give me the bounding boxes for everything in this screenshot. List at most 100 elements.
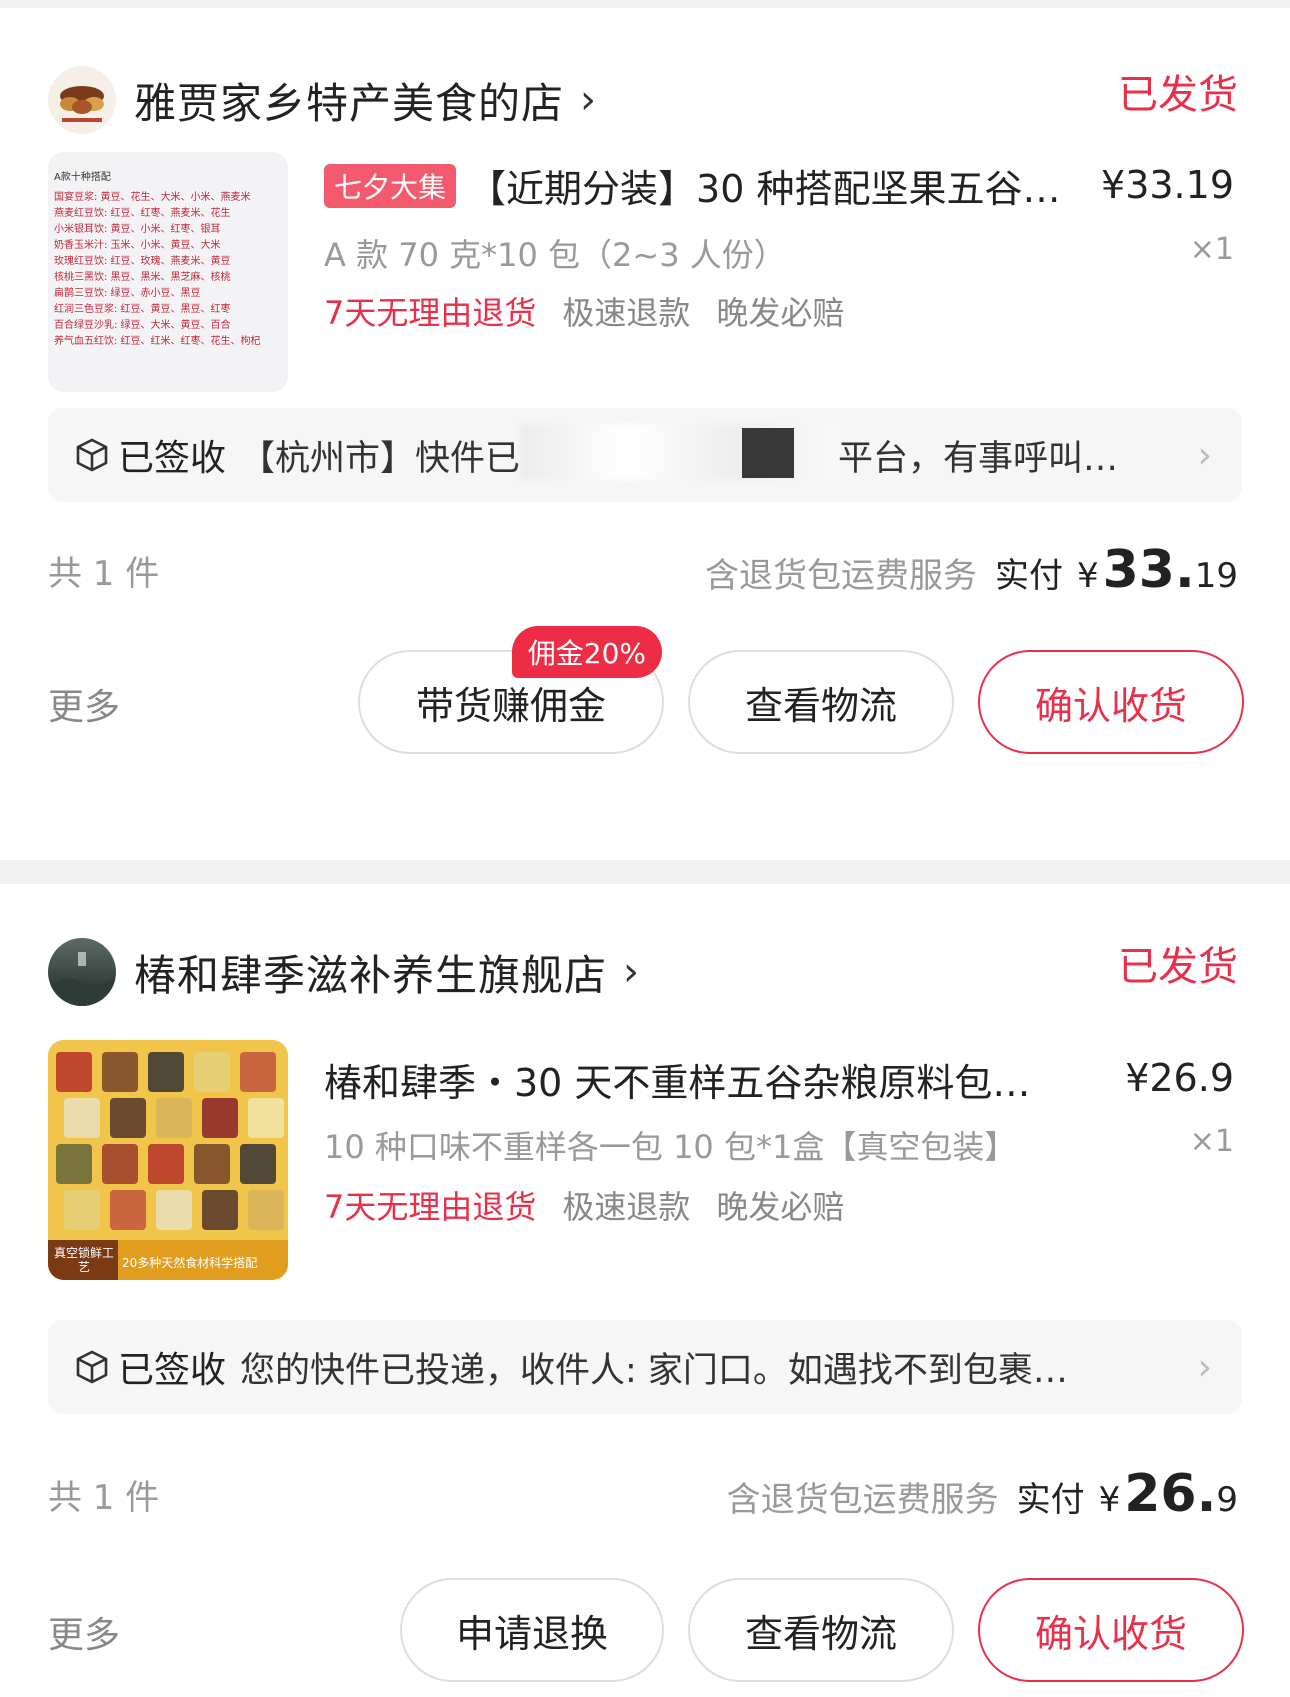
button-label: 申请退换 [455,1611,608,1656]
service-note: 含退货包运费服务 [704,556,977,596]
guarantee-list: 7天无理由退货 极速退款 晚发必赔 [324,288,870,334]
item-count: 共 1 件 [48,553,160,594]
thumb-text-line: 燕麦红豆饮: 红豆、红枣、燕麦米、花生 [54,208,231,219]
thumb-text-line: 玫瑰红豆饮: 红豆、玫瑰、燕麦米、黄豆 [54,256,231,267]
product-price: ¥33.19 [1101,163,1234,207]
more-button[interactable]: 更多 [48,678,120,730]
button-label: 确认收货 [1034,1611,1187,1656]
logistics-text: 您的快件已投递，收件人: 家门口。如遇找不到包裹… [240,1350,1068,1391]
guarantee-late: 晚发必赔 [716,294,845,332]
guarantee-return: 7天无理由退货 [324,294,537,332]
product-spec: 10 种口味不重样各一包 10 包*1盒【真空包装】 [324,1128,1017,1166]
thumb-text-line: 核桃三黑饮: 黑豆、黑米、黑芝麻、核桃 [54,272,231,283]
guarantee-return: 7天无理由退货 [324,1188,537,1226]
grain-packet [202,1098,238,1138]
logistics-text: 【杭州市】快件已 [240,438,521,479]
more-button[interactable]: 更多 [48,1606,120,1658]
grain-packet [102,1052,138,1092]
product-quantity: ×1 [1189,232,1234,267]
action-row: 更多 带货赚佣金 佣金20% 查看物流 确认收货 [48,626,1248,758]
thumb-text-line: 养气血五红饮: 红豆、红米、红枣、花生、枸杞 [54,336,261,347]
commission-badge: 佣金20% [511,626,662,678]
product-quantity: ×1 [1189,1124,1234,1159]
guarantee-late: 晚发必赔 [716,1188,845,1226]
earn-commission-button[interactable]: 带货赚佣金 佣金20% [358,626,664,754]
thumb-text-line: 百合绿豆沙乳: 绿豆、大米、黄豆、百合 [54,320,231,331]
shop-avatar [48,938,116,1006]
grain-packet [156,1098,192,1138]
currency-symbol: ¥ [1098,1480,1121,1520]
product-thumbnail[interactable]: A款十种搭配 国宴豆浆: 黄豆、花生、大米、小米、燕麦米 燕麦红豆饮: 红豆、红枣、… [48,152,288,392]
guarantee-refund: 极速退款 [562,1188,691,1226]
logistics-status: 已签收 [118,1350,227,1391]
logistics-status: 已签收 [118,438,227,479]
chevron-right-icon: › [580,77,597,123]
product-spec: A 款 70 克*10 包（2~3 人份） [324,236,786,274]
thumb-text-line: 国宴豆浆: 黄豆、花生、大米、小米、燕麦米 [54,192,251,203]
logistics-bar[interactable]: 已签收 【杭州市】快件已 平台，有事呼叫… › [48,408,1242,502]
order-card: 椿和肆季滋补养生旗舰店 › 已发货 真空锁鲜工艺 20多种天然食材科学搭配 椿和… [0,884,1290,1697]
grain-packet [248,1190,284,1230]
product-price: ¥26.9 [1125,1056,1234,1100]
grain-packet [110,1098,146,1138]
shop-name: 雅贾家乡特产美食的店 [134,78,565,128]
shop-name: 椿和肆季滋补养生旗舰店 [134,950,608,1000]
shop-header[interactable]: 雅贾家乡特产美食的店 › [48,60,596,140]
action-row: 更多 申请退换 查看物流 确认收货 [48,1578,1248,1686]
chevron-right-icon: › [1197,1346,1212,1388]
button-label: 查看物流 [744,1611,897,1656]
thumb-text-line: 奶香玉米汁: 玉米、小米、黄豆、大米 [54,240,221,251]
paid-amount-dec: 9 [1216,1480,1238,1520]
product-thumbnail[interactable]: 真空锁鲜工艺 20多种天然食材科学搭配 [48,1040,288,1280]
product-title-row[interactable]: 椿和肆季・30 天不重样五谷杂粮原料包… [324,1052,1030,1107]
product-title: 【近期分装】30 种搭配坚果五谷… [468,167,1061,211]
currency-symbol: ¥ [1076,556,1099,596]
paid-label: 实付 [1016,1480,1085,1520]
grain-packet [64,1098,100,1138]
view-logistics-button[interactable]: 查看物流 [688,650,954,754]
grain-packet [248,1098,284,1138]
confirm-receipt-button[interactable]: 确认收货 [978,1578,1244,1682]
order-card: 雅贾家乡特产美食的店 › 已发货 A款十种搭配 国宴豆浆: 黄豆、花生、大米、小米… [0,8,1290,860]
paid-amount-dec: 19 [1194,556,1238,596]
service-note: 含退货包运费服务 [726,1480,999,1520]
thumb-caption-left: 真空锁鲜工艺 [53,1246,114,1274]
order-status: 已发货 [1118,944,1238,990]
promo-tag: 七夕大集 [324,163,457,208]
order-status: 已发货 [1118,72,1238,118]
product-title-row[interactable]: 七夕大集 【近期分装】30 种搭配坚果五谷… [324,158,1060,213]
paid-amount-int: 33. [1102,540,1195,600]
thumb-caption-right: 20多种天然食材科学搭配 [122,1256,258,1270]
button-label: 确认收货 [1034,683,1187,728]
grain-packet [240,1052,276,1092]
grain-packet [110,1190,146,1230]
confirm-receipt-button[interactable]: 确认收货 [978,650,1244,754]
paid-label: 实付 [994,556,1063,596]
order-summary: 共 1 件 含退货包运费服务 实付 ¥ 33. 19 [48,540,1238,600]
package-box-icon [76,1350,108,1384]
apply-return-button[interactable]: 申请退换 [400,1578,664,1682]
logistics-bar[interactable]: 已签收 您的快件已投递，收件人: 家门口。如遇找不到包裹… › [48,1320,1242,1414]
grain-packet [148,1144,184,1184]
paid-amount-int: 26. [1124,1464,1217,1524]
guarantee-refund: 极速退款 [562,294,691,332]
order-summary: 共 1 件 含退货包运费服务 实付 ¥ 26. 9 [48,1464,1238,1524]
button-label: 查看物流 [744,683,897,728]
shop-header[interactable]: 椿和肆季滋补养生旗舰店 › [48,932,639,1012]
chevron-right-icon: › [623,949,640,995]
shop-avatar [48,66,116,134]
thumb-text-line: 扁鹊三豆饮: 绿豆、赤小豆、黑豆 [54,288,201,299]
grain-packet [148,1052,184,1092]
chevron-right-icon: › [1197,434,1212,476]
item-count: 共 1 件 [48,1477,160,1518]
thumb-text-line: 红润三色豆浆: 红豆、黄豆、黑豆、红枣 [54,304,231,315]
grain-packet [202,1190,238,1230]
grain-packet [240,1144,276,1184]
button-label: 带货赚佣金 [415,683,606,728]
grain-packet [194,1144,230,1184]
view-logistics-button[interactable]: 查看物流 [688,1578,954,1682]
grain-packet [56,1144,92,1184]
thumb-text-line: 小米银耳饮: 黄豆、小米、红枣、银耳 [54,224,221,235]
grain-packet [156,1190,192,1230]
redacted-area [742,428,794,478]
